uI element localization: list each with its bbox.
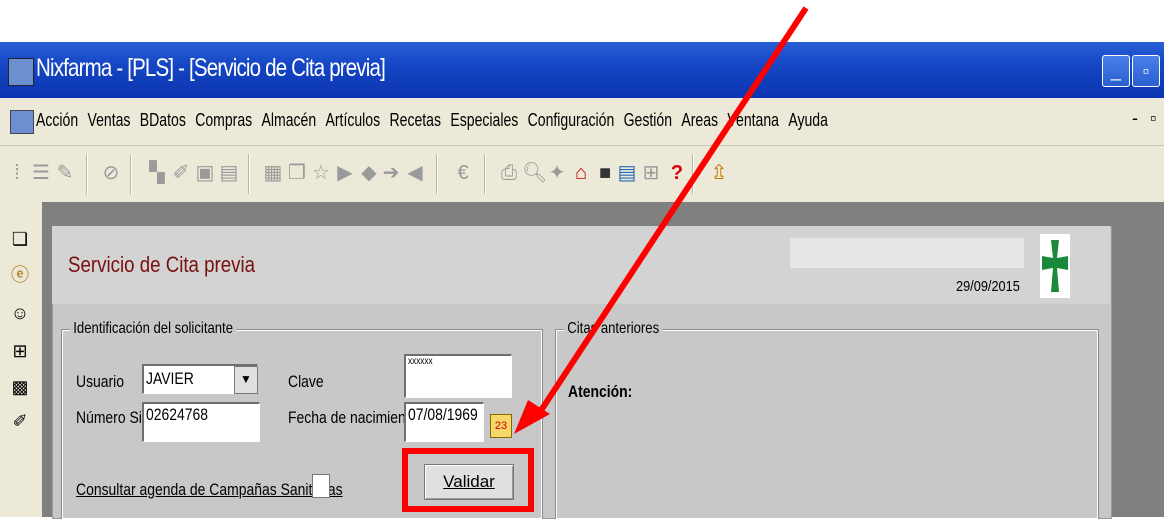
- pen-icon[interactable]: ✐: [8, 408, 32, 434]
- clave-label: Clave: [288, 372, 324, 391]
- menu-recetas[interactable]: Recetas: [389, 110, 441, 131]
- toolbar-separator: [692, 154, 694, 194]
- document-icon[interactable]: [10, 110, 34, 134]
- menu-ayuda[interactable]: Ayuda: [788, 110, 828, 131]
- euro-coin-icon[interactable]: ⓔ: [8, 262, 32, 288]
- menu-accion[interactable]: Acción: [36, 110, 78, 131]
- star-icon[interactable]: ☆: [310, 160, 332, 186]
- menu-articulos[interactable]: Artículos: [326, 110, 381, 131]
- usuario-label: Usuario: [76, 372, 125, 391]
- solicitante-legend: Identificación del solicitante: [70, 320, 237, 338]
- export-icon[interactable]: ▶: [334, 160, 356, 186]
- menu-configuracion[interactable]: Configuración: [528, 110, 615, 131]
- clave-field[interactable]: xxxxxx: [404, 354, 512, 398]
- tool-icon[interactable]: ✦: [546, 160, 568, 186]
- book-icon[interactable]: ❏: [8, 226, 32, 252]
- menu-ventas[interactable]: Ventas: [88, 110, 131, 131]
- upload-icon[interactable]: ⇫: [708, 160, 730, 186]
- citas-legend: Citas anteriores: [564, 320, 663, 338]
- copy-icon[interactable]: ❐: [286, 160, 308, 186]
- menu-areas[interactable]: Areas: [681, 110, 718, 131]
- toolbar-separator: [248, 154, 250, 194]
- calendar-icon[interactable]: 23: [490, 414, 512, 438]
- grip-icon: ⁞: [14, 162, 20, 184]
- print-icon[interactable]: ⎙: [498, 160, 520, 186]
- cart-icon[interactable]: ⊞: [8, 338, 32, 364]
- import-icon[interactable]: ◀: [404, 160, 426, 186]
- restore-button[interactable]: ▫: [1132, 55, 1160, 87]
- euro-icon[interactable]: €: [452, 160, 474, 186]
- stop-icon[interactable]: ■: [594, 160, 616, 186]
- menu-gestion[interactable]: Gestión: [624, 110, 672, 131]
- binoculars-icon[interactable]: ▚: [146, 160, 168, 186]
- page-title: Servicio de Cita previa: [68, 252, 256, 277]
- mdi-minimize-button[interactable]: -: [1132, 108, 1138, 129]
- table-icon[interactable]: ▦: [262, 160, 284, 186]
- nacimiento-field[interactable]: 07/08/1969: [404, 402, 484, 442]
- highlight-box: [402, 448, 534, 512]
- zoom-icon[interactable]: 🔍︎: [522, 160, 547, 186]
- current-date: 29/09/2015: [956, 278, 1020, 295]
- atencion-label: Atención:: [568, 382, 633, 401]
- minimize-button[interactable]: _: [1102, 55, 1130, 87]
- cart-icon[interactable]: ⊞: [640, 160, 662, 186]
- pharmacy-cross-logo: [1040, 234, 1070, 298]
- arrow-right-icon[interactable]: ➔: [380, 160, 402, 186]
- mdi-restore-button[interactable]: ▫: [1150, 108, 1156, 129]
- menu-almacen[interactable]: Almacén: [262, 110, 317, 131]
- menu-compras[interactable]: Compras: [195, 110, 252, 131]
- citas-fieldset: [555, 329, 1099, 519]
- toolbar-separator: [86, 154, 88, 194]
- lock-icon[interactable]: ⌂: [570, 160, 592, 186]
- notes-icon[interactable]: ✐: [170, 160, 192, 186]
- person-icon[interactable]: ☺: [8, 300, 32, 326]
- menu-items: Acción Ventas BDatos Compras Almacén Art…: [36, 110, 837, 131]
- sip-label: Número Sip: [76, 408, 150, 427]
- help-icon[interactable]: ?: [666, 160, 688, 186]
- clave-value: xxxxxx: [408, 356, 433, 367]
- campanas-link[interactable]: Consultar agenda de Campañas Sanitarias: [76, 480, 343, 500]
- arrow-left-icon[interactable]: ◆: [358, 160, 380, 186]
- usuario-value: JAVIER: [146, 369, 194, 388]
- menu-especiales[interactable]: Especiales: [450, 110, 518, 131]
- window-icon[interactable]: ▣: [194, 160, 216, 186]
- sip-value: 02624768: [146, 405, 209, 424]
- toolbar-separator: [436, 154, 438, 194]
- nacimiento-value: 07/08/1969: [408, 405, 478, 424]
- menu-ventana[interactable]: Ventana: [727, 110, 779, 131]
- window-title: Nixfarma - [PLS] - [Servicio de Cita pre…: [36, 54, 386, 82]
- toolbar-separator: [484, 154, 486, 194]
- toolbar-separator: [130, 154, 132, 194]
- calendar-icon[interactable]: ▤: [616, 160, 638, 186]
- menu-bdatos[interactable]: BDatos: [140, 110, 186, 131]
- doc-icon[interactable]: ▤: [218, 160, 240, 186]
- sip-field[interactable]: 02624768: [142, 402, 260, 442]
- campanas-checkbox[interactable]: [312, 474, 330, 498]
- app-icon[interactable]: [8, 58, 34, 86]
- list-icon[interactable]: ☰: [30, 160, 52, 186]
- bag-icon[interactable]: ▩: [8, 374, 32, 400]
- user-name-box: [790, 238, 1024, 268]
- nacimiento-label: Fecha de nacimiento: [288, 408, 418, 427]
- cancel-icon[interactable]: ⊘: [100, 160, 122, 186]
- edit-icon[interactable]: ✎: [54, 160, 76, 186]
- chevron-down-icon[interactable]: ▼: [234, 366, 258, 394]
